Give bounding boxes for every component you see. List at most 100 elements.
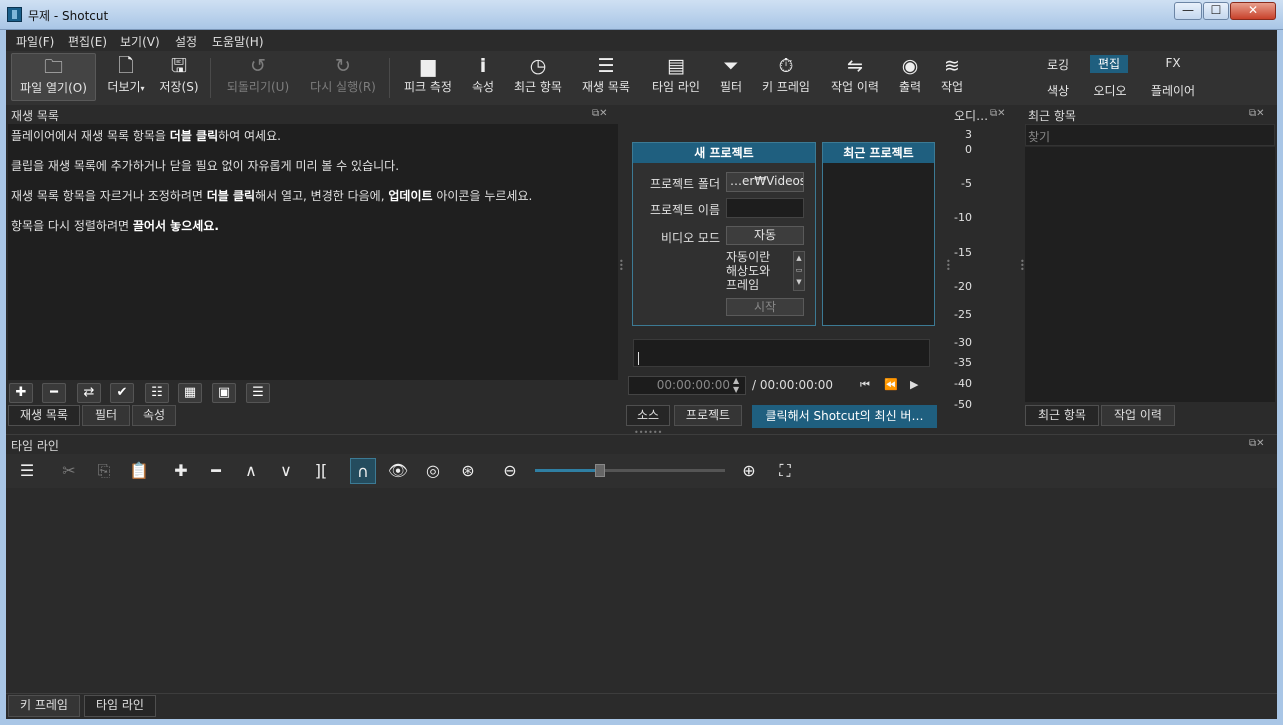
lift-up-icon[interactable]: ∧ bbox=[239, 460, 263, 482]
redo-button[interactable]: ↻ 다시 실행(R) bbox=[305, 53, 381, 101]
project-name-input[interactable] bbox=[726, 198, 804, 218]
menu-help[interactable]: 도움말(H) bbox=[212, 33, 264, 50]
timeline-button[interactable]: ▤ 타임 라인 bbox=[646, 53, 706, 101]
panel-float-close-icons[interactable]: ⧉✕ bbox=[1249, 438, 1265, 449]
open-other-button[interactable]: 🗋 더보기▾ bbox=[102, 53, 150, 101]
copy-icon[interactable]: ⎘ bbox=[92, 460, 116, 482]
ripple-target-icon[interactable]: ◎ bbox=[421, 460, 445, 482]
layout-color-button[interactable]: 색상 bbox=[1040, 82, 1076, 99]
split-icon[interactable]: ][ bbox=[309, 460, 333, 482]
timeline-tracks-area[interactable] bbox=[6, 489, 1277, 693]
timecode-spinner-icon[interactable]: ▲ ▼ bbox=[733, 376, 739, 394]
video-mode-description: 자동이란 해상도와 프레임 bbox=[726, 250, 771, 292]
playlist-add-icon[interactable]: ✚ bbox=[9, 383, 33, 403]
tab-recent[interactable]: 최근 항목 bbox=[1025, 405, 1099, 426]
jobs-button[interactable]: ≋ 작업 bbox=[935, 53, 969, 101]
filter-funnel-icon: ⏷ bbox=[723, 55, 739, 77]
ripple-all-tracks-icon[interactable]: ⊛ bbox=[456, 460, 480, 482]
panel-float-close-icons[interactable]: ⧉✕ bbox=[592, 108, 608, 119]
playlist-detail-view-icon[interactable]: ☷ bbox=[145, 383, 169, 403]
paste-clipboard-icon[interactable]: 📋 bbox=[127, 460, 151, 482]
menu-edit[interactable]: 편집(E) bbox=[68, 33, 107, 50]
zoom-out-icon[interactable]: ⊖ bbox=[498, 460, 522, 482]
splitter-handle-right[interactable]: • • • bbox=[1020, 258, 1025, 274]
play-icon[interactable]: ▶ bbox=[910, 378, 918, 391]
cut-scissors-icon[interactable]: ✂ bbox=[57, 460, 81, 482]
playlist-update-check-icon[interactable]: ✔ bbox=[110, 383, 134, 403]
layout-player-button[interactable]: 플레이어 bbox=[1145, 82, 1201, 99]
save-button[interactable]: 🖫 저장(S) bbox=[156, 53, 202, 101]
recent-search-placeholder: 찾기 bbox=[1028, 130, 1051, 144]
snap-magnet-icon[interactable]: ∩ bbox=[350, 458, 376, 484]
tab-properties[interactable]: 속성 bbox=[132, 405, 176, 426]
tab-source[interactable]: 소스 bbox=[626, 405, 670, 426]
playlist-help-line-1: 플레이어에서 재생 목록 항목을 더블 클릭하여 여세요. bbox=[11, 129, 281, 143]
keyframes-button[interactable]: ⏱ 키 프레임 bbox=[756, 53, 816, 101]
timecode-input[interactable]: 00:00:00:00 bbox=[640, 378, 730, 392]
recent-panel-title: 최근 항목 bbox=[1028, 109, 1076, 123]
project-folder-button[interactable]: …er₩Videos bbox=[726, 172, 804, 192]
splitter-handle-left[interactable]: • • • bbox=[619, 258, 624, 274]
panel-float-close-icons[interactable]: ⧉✕ bbox=[990, 108, 1006, 119]
menu-file[interactable]: 파일(F) bbox=[16, 33, 54, 50]
layout-fx-button[interactable]: FX bbox=[1155, 56, 1191, 73]
rewind-icon[interactable]: ⏪ bbox=[884, 378, 898, 391]
splitter-handle[interactable]: •••••• bbox=[634, 428, 662, 437]
tab-filters[interactable]: 필터 bbox=[82, 405, 130, 426]
zoom-slider-handle[interactable] bbox=[595, 464, 605, 477]
append-plus-icon[interactable]: ✚ bbox=[169, 460, 193, 482]
panel-float-close-icons[interactable]: ⧉✕ bbox=[1249, 108, 1265, 119]
playlist-button[interactable]: ☰ 재생 목록 bbox=[577, 53, 635, 101]
tab-project[interactable]: 프로젝트 bbox=[674, 405, 742, 426]
menu-settings[interactable]: 설정 bbox=[175, 33, 197, 50]
zoom-in-icon[interactable]: ⊕ bbox=[737, 460, 761, 482]
zoom-fit-icon[interactable]: ⛶ bbox=[773, 460, 797, 482]
tab-timeline[interactable]: 타임 라인 bbox=[84, 695, 156, 717]
peak-meter-button[interactable]: ▆ 피크 측정 bbox=[400, 53, 456, 101]
maximize-button[interactable]: ☐ bbox=[1203, 2, 1229, 20]
start-button[interactable]: 시작 bbox=[726, 298, 804, 316]
tab-keyframes[interactable]: 키 프레임 bbox=[8, 695, 80, 717]
filters-button[interactable]: ⏷ 필터 bbox=[714, 53, 748, 101]
open-file-button[interactable]: 🗀 파일 열기(O) bbox=[11, 53, 96, 101]
properties-button[interactable]: i 속성 bbox=[466, 53, 500, 101]
minimize-button[interactable]: — bbox=[1174, 2, 1202, 20]
layout-editing-button[interactable]: 편집 bbox=[1090, 55, 1128, 73]
playhead-line bbox=[638, 352, 639, 365]
list-icon: ☰ bbox=[597, 55, 615, 77]
history-button[interactable]: ⇋ 작업 이력 bbox=[825, 53, 885, 101]
update-notice-button[interactable]: 클릭해서 Shotcut의 최신 버… bbox=[752, 405, 937, 428]
playlist-menu-icon[interactable]: ☰ bbox=[246, 383, 270, 403]
tab-history[interactable]: 작업 이력 bbox=[1101, 405, 1175, 426]
video-mode-select[interactable]: 자동 bbox=[726, 226, 804, 245]
close-button[interactable]: ✕ bbox=[1230, 2, 1276, 20]
meter-tick: -30 bbox=[954, 336, 972, 349]
title-bar[interactable] bbox=[0, 0, 1283, 30]
playlist-replace-icon[interactable]: ⇄ bbox=[77, 383, 101, 403]
timeline-menu-icon[interactable]: ☰ bbox=[15, 460, 39, 482]
stopwatch-icon: ⏱ bbox=[778, 55, 794, 77]
scrub-bar[interactable] bbox=[633, 339, 930, 367]
splitter-handle-mid[interactable]: • • • bbox=[946, 258, 951, 274]
layout-logging-button[interactable]: 로깅 bbox=[1040, 56, 1076, 73]
playlist-tile-view-icon[interactable]: ▦ bbox=[178, 383, 202, 403]
meter-tick: -50 bbox=[954, 398, 972, 411]
undo-button[interactable]: ↺ 되돌리기(U) bbox=[222, 53, 294, 101]
skip-previous-icon[interactable]: ⏮ bbox=[860, 378, 870, 392]
playlist-remove-icon[interactable]: ━ bbox=[42, 383, 66, 403]
menu-view[interactable]: 보기(V) bbox=[120, 33, 160, 50]
dropdown-arrow-icon: ▾ bbox=[140, 84, 145, 93]
playlist-icon-view-icon[interactable]: ▣ bbox=[212, 383, 236, 403]
remove-minus-icon[interactable]: ━ bbox=[204, 460, 228, 482]
recent-list[interactable] bbox=[1025, 147, 1275, 402]
layout-audio-button[interactable]: 오디오 bbox=[1088, 82, 1132, 99]
description-scrollbar[interactable]: ▲ ▭ ▼ bbox=[793, 251, 805, 291]
scrub-eye-icon[interactable]: 👁 bbox=[386, 460, 410, 482]
export-button[interactable]: ◉ 출력 bbox=[893, 53, 927, 101]
recent-button[interactable]: ◷ 최근 항목 bbox=[509, 53, 567, 101]
meter-tick: 0 bbox=[965, 143, 972, 156]
save-disk-icon: 🖫 bbox=[170, 55, 188, 77]
tab-playlist[interactable]: 재생 목록 bbox=[8, 405, 80, 426]
recent-search-field[interactable] bbox=[1025, 124, 1275, 146]
overwrite-down-icon[interactable]: ∨ bbox=[274, 460, 298, 482]
